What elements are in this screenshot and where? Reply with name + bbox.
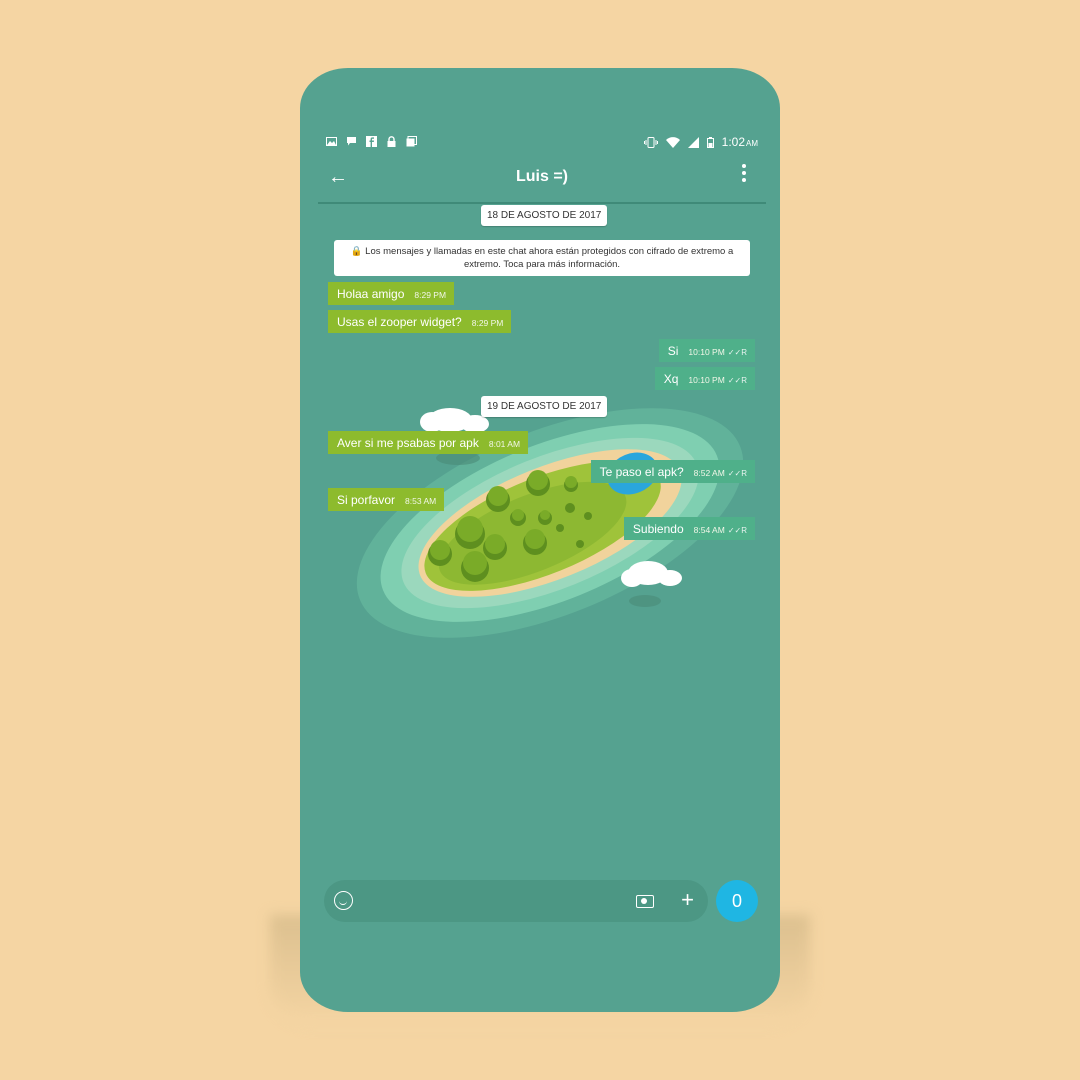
message-text: Usas el zooper widget?	[337, 315, 462, 329]
message-text: Holaa amigo	[337, 287, 405, 301]
message-time-value: 10:10 PM	[688, 375, 725, 385]
message-text: Si porfavor	[337, 493, 396, 507]
facebook-icon	[366, 136, 377, 147]
clock-ampm: AM	[746, 139, 758, 148]
message-text: Si	[667, 344, 679, 358]
message-time: 8:53 AM	[405, 496, 437, 506]
chat-icon	[347, 137, 356, 146]
message-time: 8:29 PM	[414, 290, 447, 300]
contact-name[interactable]: Luis =)	[318, 168, 766, 186]
message-time-value: 8:52 AM	[693, 468, 725, 478]
attach-plus-icon[interactable]: +	[681, 887, 694, 913]
message-text: Xq	[663, 372, 679, 386]
message-time-value: 10:10 PM	[688, 347, 725, 357]
signal-icon	[687, 136, 699, 148]
send-button[interactable]: 0	[716, 880, 758, 922]
vibrate-icon	[643, 136, 658, 148]
read-receipt-icon: ✓✓R	[727, 526, 747, 535]
image-icon	[326, 137, 337, 146]
lock-icon	[387, 136, 396, 147]
gallery-icon	[406, 136, 417, 147]
message-input-bar[interactable]: +	[324, 880, 708, 922]
message-bubble-in[interactable]: Usas el zooper widget? 8:29 PM	[328, 310, 512, 333]
phone-frame: 1:02AM ← Luis =) 18 DE AGOSTO DE 2017 🔒 …	[300, 68, 780, 1012]
message-text: Aver si me psabas por apk	[337, 436, 479, 450]
message-time: 8:54 AM ✓✓R	[694, 525, 747, 535]
message-text: Te paso el apk?	[599, 465, 684, 479]
emoji-icon[interactable]	[334, 891, 353, 910]
read-receipt-icon: ✓✓R	[727, 469, 747, 478]
message-bubble-in[interactable]: Si porfavor 8:53 AM	[328, 488, 445, 511]
message-bubble-out[interactable]: Subiendo 8:54 AM ✓✓R	[623, 517, 755, 540]
message-time: 8:29 PM	[471, 318, 504, 328]
encryption-notice[interactable]: 🔒 Los mensajes y llamadas en este chat a…	[334, 240, 750, 276]
message-bubble-in[interactable]: Aver si me psabas por apk 8:01 AM	[328, 431, 529, 454]
system-icons: 1:02AM	[643, 135, 758, 149]
message-bubble-out[interactable]: Si 10:10 PM ✓✓R	[658, 339, 755, 362]
message-time: 10:10 PM ✓✓R	[688, 347, 747, 357]
notification-icons	[326, 136, 417, 147]
message-time: 10:10 PM ✓✓R	[688, 375, 747, 385]
status-bar: 1:02AM	[318, 130, 762, 156]
date-separator: 19 DE AGOSTO DE 2017	[481, 396, 608, 417]
read-receipt-icon: ✓✓R	[727, 376, 747, 385]
clock-time: 1:02	[721, 135, 745, 149]
more-options-icon[interactable]	[742, 164, 748, 182]
chat-toolbar: ← Luis =)	[318, 158, 766, 204]
message-text: Subiendo	[632, 522, 684, 536]
message-time: 8:01 AM	[488, 439, 521, 449]
message-bubble-in[interactable]: Holaa amigo 8:29 PM	[328, 282, 455, 305]
message-time-value: 8:54 AM	[693, 525, 725, 535]
clock: 1:02AM	[722, 135, 758, 149]
message-time: 8:52 AM ✓✓R	[694, 468, 747, 478]
read-receipt-icon: ✓✓R	[727, 348, 747, 357]
camera-icon[interactable]	[636, 895, 654, 908]
wifi-icon	[665, 136, 680, 148]
date-separator: 18 DE AGOSTO DE 2017	[481, 205, 608, 226]
battery-icon	[706, 136, 714, 148]
message-bubble-out[interactable]: Te paso el apk? 8:52 AM ✓✓R	[590, 460, 755, 483]
message-bubble-out[interactable]: Xq 10:10 PM ✓✓R	[654, 367, 755, 390]
